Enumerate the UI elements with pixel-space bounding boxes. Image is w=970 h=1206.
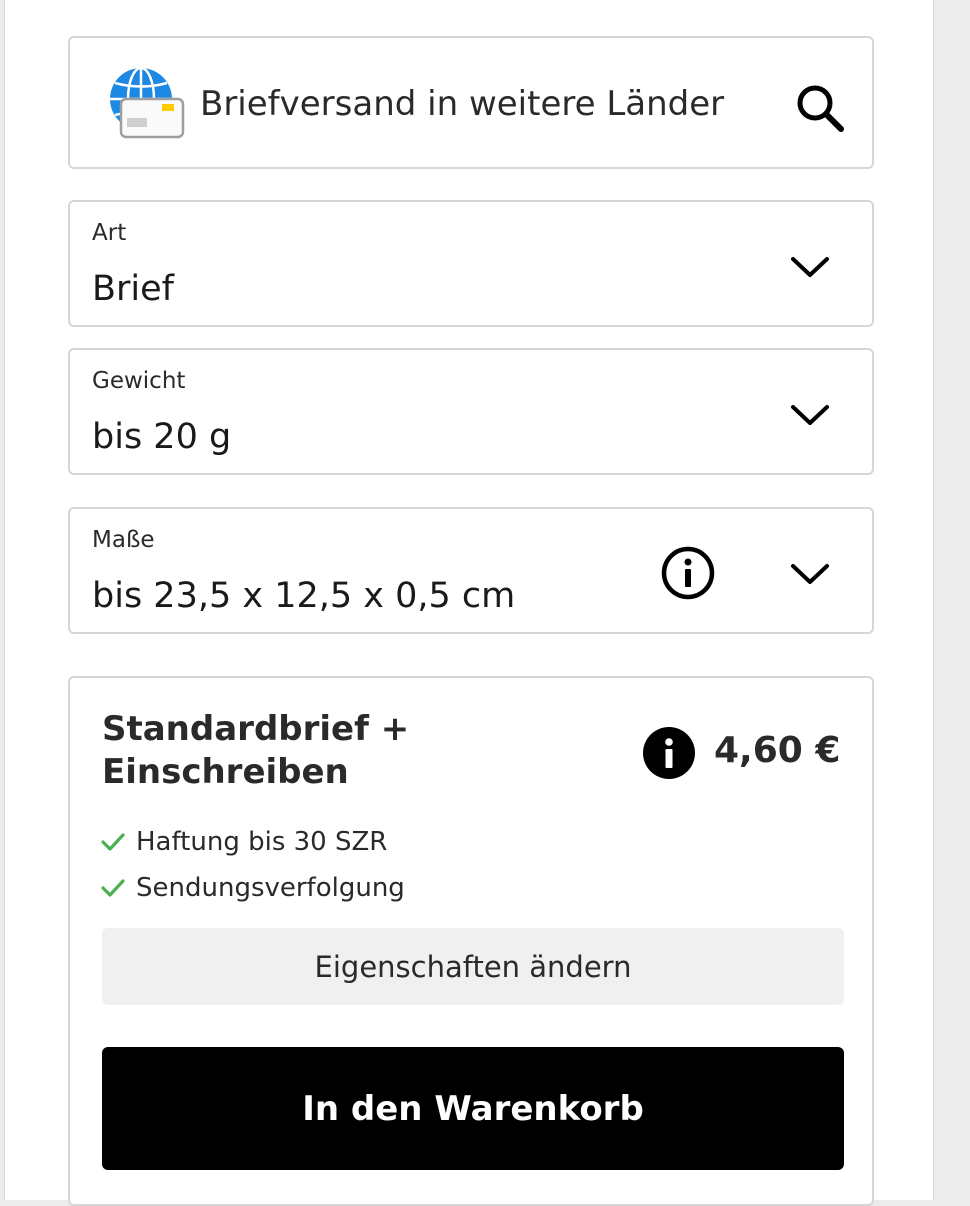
feature-item: Sendungsverfolgung (100, 870, 405, 906)
chevron-down-icon[interactable] (788, 400, 832, 430)
art-select[interactable]: Art Brief (68, 200, 874, 327)
product-card: Standardbrief + Einschreiben 4,60 € Haft… (68, 676, 874, 1206)
info-icon[interactable] (660, 545, 716, 601)
gewicht-value: bis 20 g (92, 417, 232, 457)
check-icon (101, 833, 125, 851)
price: 4,60 € (714, 730, 841, 771)
gewicht-label: Gewicht (92, 368, 186, 394)
chevron-down-icon[interactable] (788, 252, 832, 282)
search-icon[interactable] (794, 82, 846, 134)
art-value: Brief (92, 269, 174, 309)
masse-select[interactable]: Maße bis 23,5 x 12,5 x 0,5 cm (68, 507, 874, 634)
feature-item: Haftung bis 30 SZR (100, 824, 387, 860)
masse-label: Maße (92, 527, 155, 553)
product-title-line1: Standardbrief + (102, 709, 410, 749)
chevron-down-icon[interactable] (788, 559, 832, 589)
product-title-line2: Einschreiben (102, 752, 349, 792)
page: Briefversand in weitere Länder Art Brief… (4, 0, 934, 1206)
feature-text: Haftung bis 30 SZR (136, 827, 388, 857)
feature-text: Sendungsverfolgung (136, 873, 405, 903)
gewicht-select[interactable]: Gewicht bis 20 g (68, 348, 874, 475)
destination-search-field[interactable]: Briefversand in weitere Länder (68, 36, 874, 169)
masse-value: bis 23,5 x 12,5 x 0,5 cm (92, 576, 516, 616)
product-title: Standardbrief + Einschreiben (102, 708, 522, 794)
art-label: Art (92, 220, 127, 246)
check-icon (101, 879, 125, 897)
change-properties-button[interactable]: Eigenschaften ändern (102, 928, 844, 1005)
search-input-value[interactable]: Briefversand in weitere Länder (200, 82, 724, 126)
add-to-cart-button[interactable]: In den Warenkorb (102, 1047, 844, 1170)
globe-envelope-icon (110, 68, 185, 139)
info-icon[interactable] (642, 726, 696, 780)
